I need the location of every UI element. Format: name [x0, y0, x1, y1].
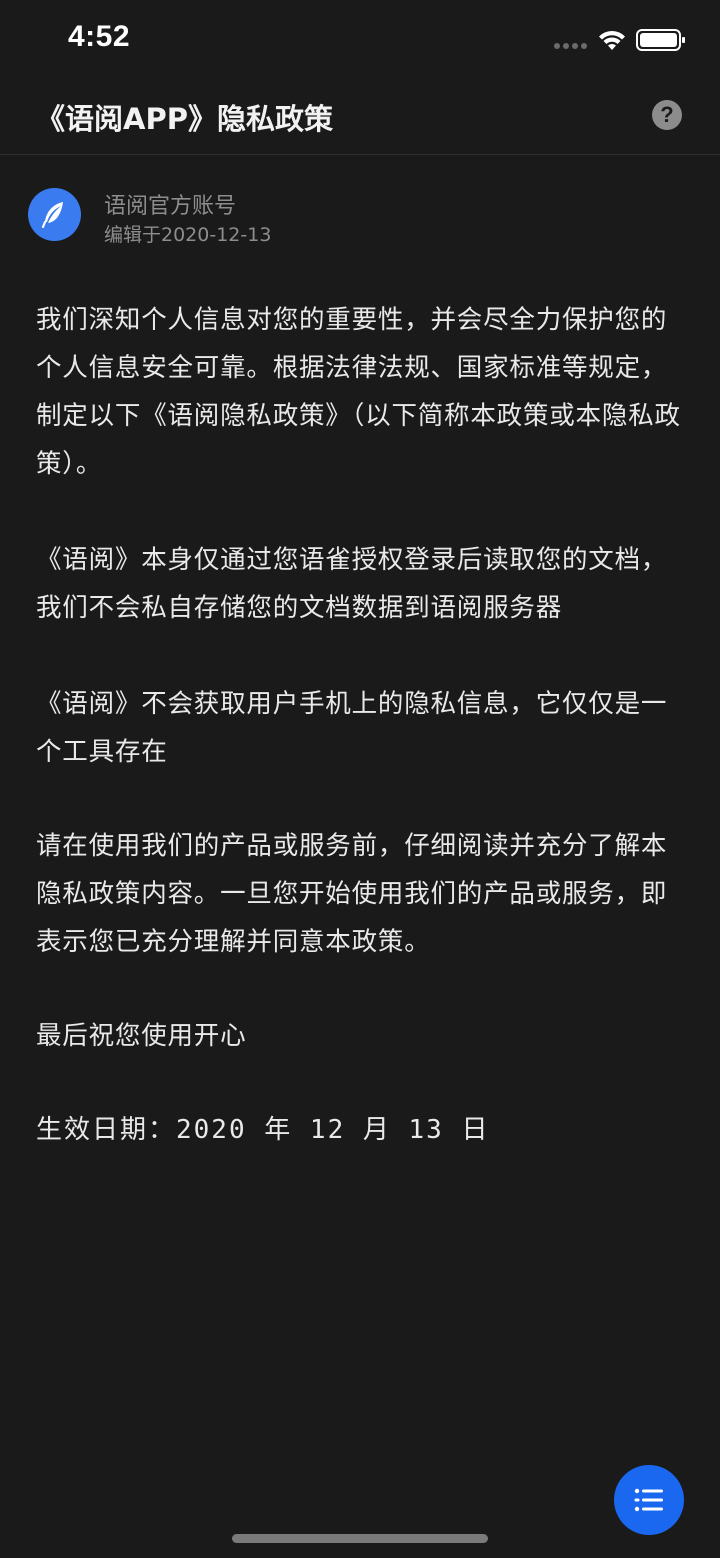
list-icon	[634, 1488, 663, 1512]
effective-date: 生效日期：2020 年 12 月 13 日	[36, 1115, 490, 1145]
avatar[interactable]	[28, 188, 81, 241]
paragraph: 最后祝您使用开心	[36, 1021, 247, 1051]
paragraph: 《语阅》本身仅通过您语雀授权登录后读取您的文档，我们不会私自存储您的文档数据到语…	[36, 545, 668, 623]
table-of-contents-button[interactable]	[614, 1465, 684, 1535]
status-time: 4:52	[68, 20, 131, 53]
question-icon: ?	[660, 102, 674, 127]
help-button[interactable]: ?	[652, 100, 682, 130]
feather-icon	[41, 202, 63, 229]
edit-date: 编辑于2020-12-13	[104, 224, 272, 246]
cellular-signal-icon	[554, 43, 587, 49]
author-name[interactable]: 语阅官方账号	[104, 188, 236, 220]
article-content: 我们深知个人信息对您的重要性，并会尽全力保护您的个人信息安全可靠。根据法律法规、…	[36, 296, 684, 1154]
nav-header: 《语阅APP》隐私政策 ?	[0, 80, 720, 155]
battery-icon	[636, 29, 685, 51]
paragraph: 我们深知个人信息对您的重要性，并会尽全力保护您的个人信息安全可靠。根据法律法规、…	[36, 305, 681, 479]
paragraph: 请在使用我们的产品或服务前，仔细阅读并充分了解本隐私政策内容。一旦您开始使用我们…	[36, 831, 668, 957]
status-bar: 4:52	[0, 0, 720, 80]
author-block: 语阅官方账号 编辑于2020-12-13	[28, 186, 688, 246]
paragraph: 《语阅》不会获取用户手机上的隐私信息，它仅仅是一个工具存在	[36, 689, 668, 767]
page-title: 《语阅APP》隐私政策	[36, 102, 333, 136]
home-indicator[interactable]	[232, 1534, 488, 1543]
wifi-icon	[599, 30, 625, 50]
